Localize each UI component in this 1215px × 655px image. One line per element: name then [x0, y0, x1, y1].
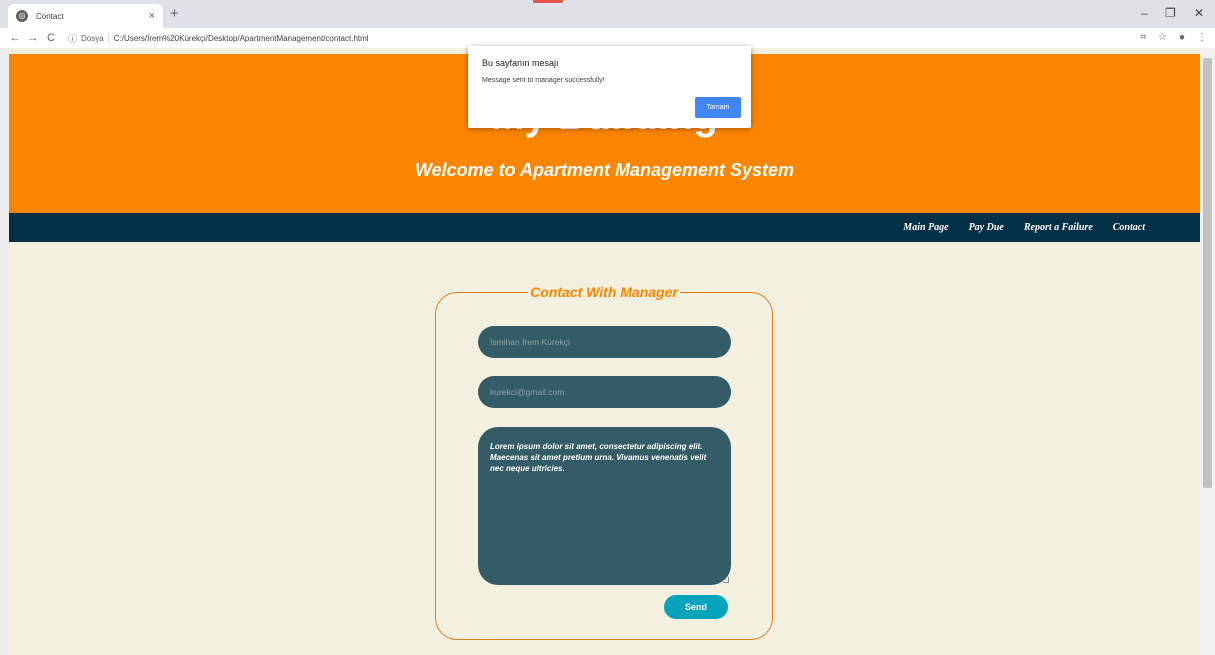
- navbar: Main Page Pay Due Report a Failure Conta…: [9, 213, 1200, 242]
- email-input[interactable]: [478, 376, 731, 408]
- browser-toolbar: ← → C ⓘ Dosya | C:/Users/İrem%20Kürekçi/…: [0, 28, 1215, 48]
- bookmark-star-icon[interactable]: ☆: [1158, 32, 1167, 43]
- message-textarea[interactable]: Lorem ipsum dolor sit amet, consectetur …: [478, 427, 731, 585]
- recording-indicator: [533, 0, 563, 3]
- nav-link-contact[interactable]: Contact: [1113, 222, 1145, 233]
- nav-link-report-failure[interactable]: Report a Failure: [1024, 222, 1093, 233]
- close-tab-icon[interactable]: ×: [149, 10, 155, 22]
- translate-icon[interactable]: ⌗: [1140, 32, 1146, 43]
- scrollbar[interactable]: [1200, 48, 1215, 655]
- info-icon[interactable]: ⓘ: [68, 32, 77, 45]
- send-button[interactable]: Send: [664, 595, 728, 619]
- restore-button[interactable]: ❐: [1165, 6, 1176, 20]
- dialog-ok-button[interactable]: Tamam: [695, 97, 741, 118]
- reload-icon[interactable]: C: [42, 32, 60, 44]
- nav-link-pay-due[interactable]: Pay Due: [969, 222, 1004, 233]
- alert-dialog: Bu sayfanın mesajı Message sent to manag…: [468, 46, 751, 128]
- back-icon[interactable]: ←: [6, 32, 24, 44]
- address-url: C:/Users/İrem%20Kürekçi/Desktop/Apartmen…: [113, 33, 369, 43]
- dialog-title: Bu sayfanın mesajı: [482, 58, 559, 68]
- banner-subtitle: Welcome to Apartment Management System: [414, 160, 795, 180]
- browser-tab-strip: ◎ Contact × + – ❐ ✕: [0, 0, 1215, 28]
- contact-form: Contact With Manager Lorem ipsum dolor s…: [435, 284, 773, 640]
- menu-icon[interactable]: ⋮: [1197, 32, 1207, 43]
- tab-title: Contact: [36, 11, 64, 21]
- new-tab-button[interactable]: +: [170, 5, 179, 22]
- address-separator: |: [107, 33, 110, 43]
- page-margin: [0, 48, 9, 655]
- address-scheme: Dosya: [81, 33, 104, 43]
- browser-tab[interactable]: ◎ Contact ×: [8, 4, 163, 28]
- name-input[interactable]: [478, 326, 731, 358]
- resize-handle-icon[interactable]: [723, 577, 729, 583]
- address-bar[interactable]: ⓘ Dosya | C:/Users/İrem%20Kürekçi/Deskto…: [68, 32, 369, 45]
- message-text: Lorem ipsum dolor sit amet, consectetur …: [490, 442, 707, 473]
- nav-link-main-page[interactable]: Main Page: [903, 222, 948, 233]
- form-legend: Contact With Manager: [528, 284, 680, 300]
- forward-icon[interactable]: →: [24, 32, 42, 44]
- minimize-button[interactable]: –: [1141, 6, 1148, 20]
- page-viewport: My Building Welcome to Apartment Managem…: [0, 48, 1215, 655]
- profile-icon[interactable]: ●: [1179, 32, 1185, 43]
- window-close-button[interactable]: ✕: [1194, 6, 1204, 20]
- scrollbar-thumb[interactable]: [1203, 58, 1212, 488]
- globe-icon: ◎: [16, 10, 28, 22]
- dialog-message: Message sent to manager successfully!: [482, 77, 605, 84]
